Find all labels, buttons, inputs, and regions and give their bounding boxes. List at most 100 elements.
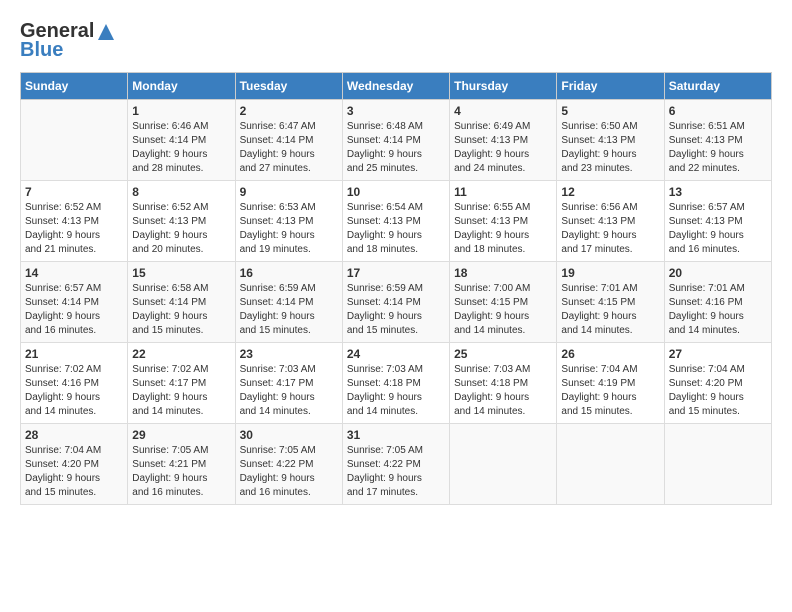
calendar-cell: 24 Sunrise: 7:03 AM Sunset: 4:18 PM Dayli… — [342, 343, 449, 424]
day-info: Sunrise: 6:52 AM Sunset: 4:13 PM Dayligh… — [25, 201, 123, 257]
day-number: 21 — [25, 347, 123, 361]
calendar-cell — [450, 424, 557, 505]
day-info: Sunrise: 7:01 AM Sunset: 4:16 PM Dayligh… — [669, 282, 767, 338]
day-number: 6 — [669, 104, 767, 118]
calendar-cell: 10Sunrise: 6:54 AM Sunset: 4:13 PM Dayli… — [342, 181, 449, 262]
day-info: Sunrise: 7:03 AM Sunset: 4:18 PM Dayligh… — [347, 363, 445, 419]
logo-icon — [96, 22, 116, 42]
day-info: Sunrise: 6:54 AM Sunset: 4:13 PM Dayligh… — [347, 201, 445, 257]
day-number: 1 — [132, 104, 230, 118]
day-info: Sunrise: 7:00 AM Sunset: 4:15 PM Dayligh… — [454, 282, 552, 338]
calendar-cell: 20 Sunrise: 7:01 AM Sunset: 4:16 PM Dayli… — [664, 262, 771, 343]
calendar-cell: 5 Sunrise: 6:50 AM Sunset: 4:13 PM Daylig… — [557, 100, 664, 181]
header-cell-wednesday: Wednesday — [342, 73, 449, 100]
calendar-cell: 29 Sunrise: 7:05 AM Sunset: 4:21 PM Dayli… — [128, 424, 235, 505]
day-info: Sunrise: 6:59 AM Sunset: 4:14 PM Dayligh… — [240, 282, 338, 338]
calendar-header: SundayMondayTuesdayWednesdayThursdayFrid… — [21, 73, 772, 100]
day-number: 12 — [561, 185, 659, 199]
calendar-cell: 8 Sunrise: 6:52 AM Sunset: 4:13 PM Daylig… — [128, 181, 235, 262]
day-info: Sunrise: 7:04 AM Sunset: 4:20 PM Dayligh… — [669, 363, 767, 419]
day-number: 19 — [561, 266, 659, 280]
day-info: Sunrise: 6:57 AM Sunset: 4:13 PM Dayligh… — [669, 201, 767, 257]
day-info: Sunrise: 7:04 AM Sunset: 4:20 PM Dayligh… — [25, 444, 123, 500]
day-number: 25 — [454, 347, 552, 361]
day-info: Sunrise: 6:47 AM Sunset: 4:14 PM Dayligh… — [240, 120, 338, 176]
day-info: Sunrise: 6:46 AM Sunset: 4:14 PM Dayligh… — [132, 120, 230, 176]
day-info: Sunrise: 7:02 AM Sunset: 4:17 PM Dayligh… — [132, 363, 230, 419]
header-cell-tuesday: Tuesday — [235, 73, 342, 100]
day-number: 27 — [669, 347, 767, 361]
calendar-cell: 3Sunrise: 6:48 AM Sunset: 4:14 PM Daylig… — [342, 100, 449, 181]
week-row-2: 14 Sunrise: 6:57 AM Sunset: 4:14 PM Dayli… — [21, 262, 772, 343]
calendar-cell: 6 Sunrise: 6:51 AM Sunset: 4:13 PM Daylig… — [664, 100, 771, 181]
day-info: Sunrise: 6:52 AM Sunset: 4:13 PM Dayligh… — [132, 201, 230, 257]
day-number: 30 — [240, 428, 338, 442]
day-number: 24 — [347, 347, 445, 361]
day-info: Sunrise: 7:05 AM Sunset: 4:21 PM Dayligh… — [132, 444, 230, 500]
calendar-cell: 13 Sunrise: 6:57 AM Sunset: 4:13 PM Dayli… — [664, 181, 771, 262]
day-number: 9 — [240, 185, 338, 199]
header-cell-monday: Monday — [128, 73, 235, 100]
day-info: Sunrise: 6:57 AM Sunset: 4:14 PM Dayligh… — [25, 282, 123, 338]
calendar-cell — [664, 424, 771, 505]
day-info: Sunrise: 6:58 AM Sunset: 4:14 PM Dayligh… — [132, 282, 230, 338]
header-cell-thursday: Thursday — [450, 73, 557, 100]
week-row-3: 21Sunrise: 7:02 AM Sunset: 4:16 PM Dayli… — [21, 343, 772, 424]
day-info: Sunrise: 6:51 AM Sunset: 4:13 PM Dayligh… — [669, 120, 767, 176]
day-info: Sunrise: 6:59 AM Sunset: 4:14 PM Dayligh… — [347, 282, 445, 338]
calendar-cell — [557, 424, 664, 505]
day-number: 15 — [132, 266, 230, 280]
header-cell-sunday: Sunday — [21, 73, 128, 100]
calendar-cell: 15 Sunrise: 6:58 AM Sunset: 4:14 PM Dayli… — [128, 262, 235, 343]
calendar-cell: 22 Sunrise: 7:02 AM Sunset: 4:17 PM Dayli… — [128, 343, 235, 424]
day-info: Sunrise: 6:56 AM Sunset: 4:13 PM Dayligh… — [561, 201, 659, 257]
day-info: Sunrise: 6:48 AM Sunset: 4:14 PM Dayligh… — [347, 120, 445, 176]
day-number: 31 — [347, 428, 445, 442]
day-info: Sunrise: 6:55 AM Sunset: 4:13 PM Dayligh… — [454, 201, 552, 257]
day-info: Sunrise: 7:03 AM Sunset: 4:17 PM Dayligh… — [240, 363, 338, 419]
logo: General Blue — [20, 20, 116, 62]
day-number: 13 — [669, 185, 767, 199]
day-number: 4 — [454, 104, 552, 118]
header-row: SundayMondayTuesdayWednesdayThursdayFrid… — [21, 73, 772, 100]
calendar-cell: 26 Sunrise: 7:04 AM Sunset: 4:19 PM Dayli… — [557, 343, 664, 424]
calendar-cell: 30 Sunrise: 7:05 AM Sunset: 4:22 PM Dayli… — [235, 424, 342, 505]
calendar-table: SundayMondayTuesdayWednesdayThursdayFrid… — [20, 72, 772, 505]
day-number: 20 — [669, 266, 767, 280]
day-number: 2 — [240, 104, 338, 118]
calendar-cell: 7 Sunrise: 6:52 AM Sunset: 4:13 PM Daylig… — [21, 181, 128, 262]
day-info: Sunrise: 7:04 AM Sunset: 4:19 PM Dayligh… — [561, 363, 659, 419]
calendar-cell: 14 Sunrise: 6:57 AM Sunset: 4:14 PM Dayli… — [21, 262, 128, 343]
calendar-cell: 9 Sunrise: 6:53 AM Sunset: 4:13 PM Daylig… — [235, 181, 342, 262]
day-info: Sunrise: 6:53 AM Sunset: 4:13 PM Dayligh… — [240, 201, 338, 257]
day-info: Sunrise: 6:49 AM Sunset: 4:13 PM Dayligh… — [454, 120, 552, 176]
calendar-cell: 4 Sunrise: 6:49 AM Sunset: 4:13 PM Daylig… — [450, 100, 557, 181]
day-info: Sunrise: 6:50 AM Sunset: 4:13 PM Dayligh… — [561, 120, 659, 176]
logo-blue-text: Blue — [20, 39, 63, 62]
header-cell-saturday: Saturday — [664, 73, 771, 100]
day-number: 14 — [25, 266, 123, 280]
day-info: Sunrise: 7:05 AM Sunset: 4:22 PM Dayligh… — [347, 444, 445, 500]
day-info: Sunrise: 7:03 AM Sunset: 4:18 PM Dayligh… — [454, 363, 552, 419]
day-number: 18 — [454, 266, 552, 280]
day-number: 29 — [132, 428, 230, 442]
day-number: 11 — [454, 185, 552, 199]
day-number: 22 — [132, 347, 230, 361]
day-number: 16 — [240, 266, 338, 280]
day-number: 7 — [25, 185, 123, 199]
calendar-cell: 31 Sunrise: 7:05 AM Sunset: 4:22 PM Dayli… — [342, 424, 449, 505]
day-number: 26 — [561, 347, 659, 361]
calendar-cell: 11 Sunrise: 6:55 AM Sunset: 4:13 PM Dayli… — [450, 181, 557, 262]
week-row-1: 7 Sunrise: 6:52 AM Sunset: 4:13 PM Daylig… — [21, 181, 772, 262]
day-number: 5 — [561, 104, 659, 118]
calendar-body: 1 Sunrise: 6:46 AM Sunset: 4:14 PM Daylig… — [21, 100, 772, 505]
calendar-cell: 28 Sunrise: 7:04 AM Sunset: 4:20 PM Dayli… — [21, 424, 128, 505]
calendar-cell: 12 Sunrise: 6:56 AM Sunset: 4:13 PM Dayli… — [557, 181, 664, 262]
week-row-4: 28 Sunrise: 7:04 AM Sunset: 4:20 PM Dayli… — [21, 424, 772, 505]
day-info: Sunrise: 7:05 AM Sunset: 4:22 PM Dayligh… — [240, 444, 338, 500]
day-number: 28 — [25, 428, 123, 442]
page-header: General Blue — [20, 20, 772, 62]
day-number: 8 — [132, 185, 230, 199]
calendar-cell: 17Sunrise: 6:59 AM Sunset: 4:14 PM Dayli… — [342, 262, 449, 343]
week-row-0: 1 Sunrise: 6:46 AM Sunset: 4:14 PM Daylig… — [21, 100, 772, 181]
